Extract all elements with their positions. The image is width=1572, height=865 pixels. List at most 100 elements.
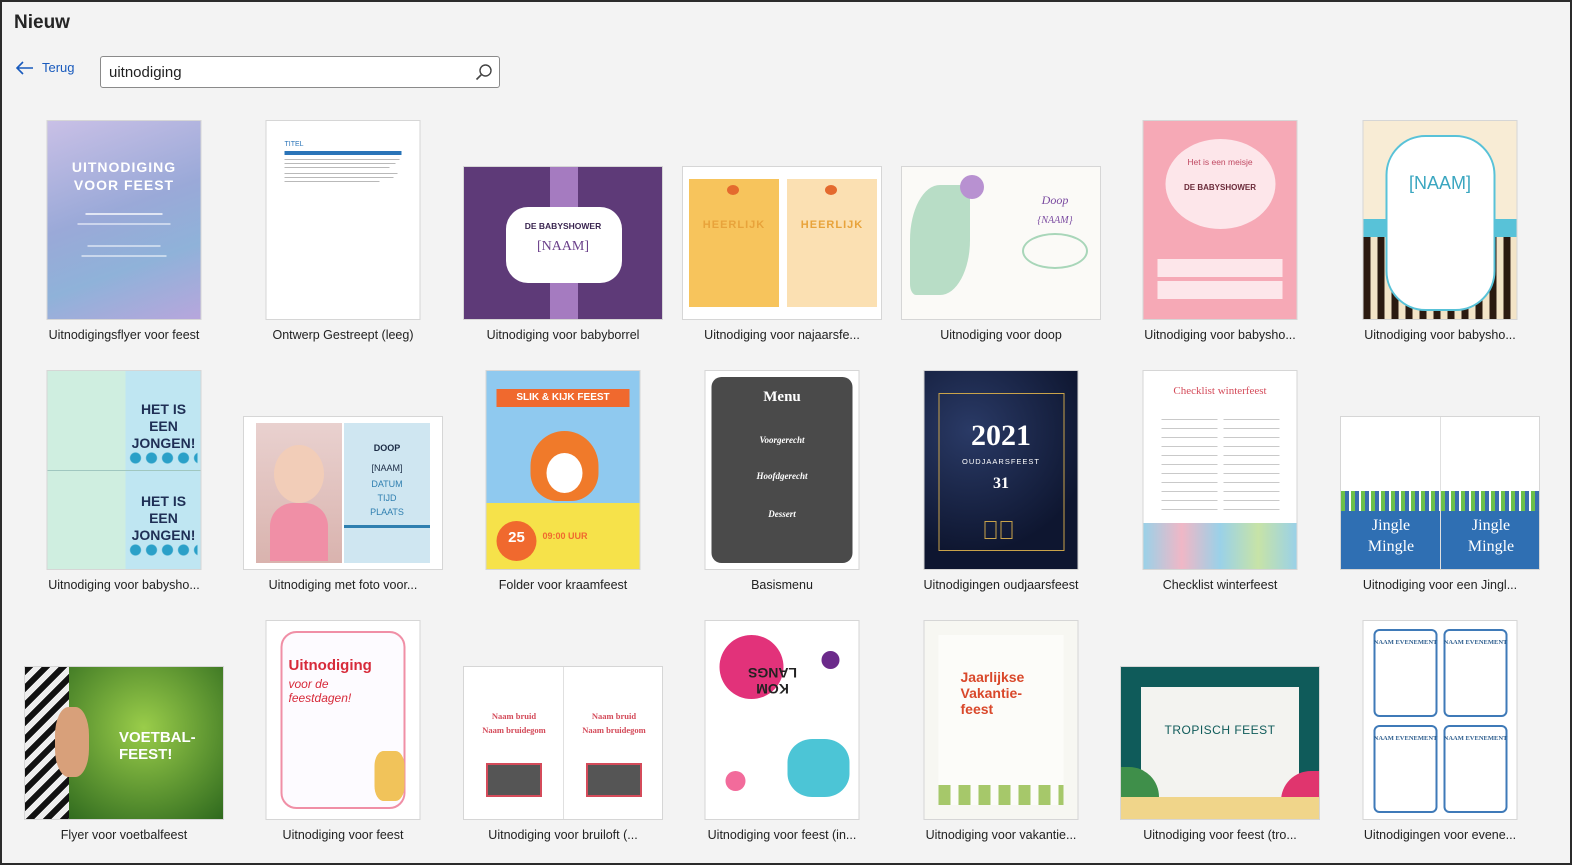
- template-label: Uitnodiging voor bruiloft (...: [488, 828, 638, 842]
- template-tile[interactable]: HET IS EEN JONGEN! HET IS EEN JONGEN! Ui…: [26, 370, 222, 610]
- template-label: Uitnodiging met foto voor...: [268, 578, 418, 592]
- thumb-title: HEERLIJK: [800, 219, 864, 231]
- thumb-text: [NAAM]: [371, 463, 403, 473]
- template-label: Uitnodiging voor najaarsfe...: [704, 328, 860, 342]
- template-label: Flyer voor voetbalfeest: [60, 828, 188, 842]
- template-tile[interactable]: Naam bruid Naam bruidegom Naam bruid Naa…: [463, 620, 663, 860]
- template-thumbnail[interactable]: Uitnodiging voor de feestdagen!: [265, 620, 421, 820]
- template-tile[interactable]: Menu Voorgerecht Hoofdgerecht Dessert Ba…: [684, 370, 880, 610]
- thumb-title: Jingle Mingle: [1467, 517, 1515, 555]
- search-input[interactable]: [101, 57, 469, 87]
- template-thumbnail[interactable]: UITNODIGING VOOR FEEST: [46, 120, 202, 320]
- thumb-title: Menu: [763, 389, 801, 405]
- search-box[interactable]: [100, 56, 500, 88]
- template-tile[interactable]: TITEL Ontwerp Gestreept (leeg): [245, 120, 441, 360]
- thumb-title: Jaarlijkse Vakantie-feest: [960, 669, 1025, 717]
- thumb-date: 25: [496, 521, 537, 561]
- template-thumbnail[interactable]: TROPISCH FEEST: [1120, 666, 1320, 820]
- template-label: Uitnodiging voor feest: [282, 828, 404, 842]
- thumb-text: Hoofdgerecht: [756, 471, 808, 481]
- template-tile[interactable]: Het is een meisje DE BABYSHOWER Uitnodig…: [1122, 120, 1318, 360]
- template-tile[interactable]: KOM LANGS Uitnodiging voor feest (in...: [684, 620, 880, 860]
- back-label: Terug: [42, 60, 75, 75]
- template-tile[interactable]: SLIK & KIJK FEEST 25 09:00 UUR Folder vo…: [465, 370, 661, 610]
- template-thumbnail[interactable]: Doop {NAAM}: [901, 166, 1101, 320]
- template-tile[interactable]: Jaarlijkse Vakantie-feest Uitnodiging vo…: [903, 620, 1099, 860]
- thumb-title: KOM LANGS: [748, 665, 797, 697]
- thumb-title: HET IS EEN JONGEN!: [131, 401, 196, 451]
- template-thumbnail[interactable]: Jingle Mingle Jingle Mingle: [1340, 416, 1540, 570]
- thumb-subtitle: Naam bruidegom: [582, 725, 646, 735]
- thumb-title: HEERLIJK: [702, 219, 766, 231]
- template-label: Uitnodigingen oudjaarsfeest: [923, 578, 1079, 592]
- thumb-title: DE BABYSHOWER: [524, 221, 602, 231]
- thumb-title: Naam bruid: [491, 711, 537, 721]
- thumb-title: VOETBAL-FEEST!: [119, 729, 196, 763]
- template-thumbnail[interactable]: Checklist winterfeest: [1142, 370, 1298, 570]
- thumb-subtitle: DE BABYSHOWER: [1183, 183, 1256, 192]
- template-tile[interactable]: VOETBAL-FEEST! Flyer voor voetbalfeest: [24, 620, 224, 860]
- template-label: Uitnodiging voor een Jingl...: [1362, 578, 1518, 592]
- thumb-title: HET IS EEN JONGEN!: [131, 493, 196, 543]
- template-thumbnail[interactable]: HEERLIJK HEERLIJK: [682, 166, 882, 320]
- template-label: Uitnodigingsflyer voor feest: [48, 328, 200, 342]
- template-tile[interactable]: Doop {NAAM} Uitnodiging voor doop: [901, 120, 1101, 360]
- template-label: Ontwerp Gestreept (leeg): [272, 328, 414, 342]
- template-tile[interactable]: [NAAM] Uitnodiging voor babysho...: [1342, 120, 1538, 360]
- thumb-title: NAAM EVENEMENT: [1373, 735, 1438, 742]
- thumb-title: UITNODIGING: [71, 159, 177, 175]
- thumb-subtitle: voor de feestdagen!: [288, 677, 352, 705]
- template-thumbnail[interactable]: TITEL: [265, 120, 421, 320]
- template-thumbnail[interactable]: VOETBAL-FEEST!: [24, 666, 224, 820]
- template-label: Uitnodigingen voor evene...: [1363, 828, 1517, 842]
- thumb-text: TIJD: [377, 493, 397, 503]
- thumb-title: Het is een meisje: [1187, 157, 1253, 167]
- thumb-time: 09:00 UUR: [542, 531, 588, 541]
- thumb-title: DOOP: [373, 443, 401, 453]
- arrow-left-icon: [16, 60, 33, 75]
- template-tile[interactable]: 2021 OUDJAARSFEEST 31 Uitnodigingen oudj…: [903, 370, 1099, 610]
- template-label: Uitnodiging voor babysho...: [1364, 328, 1516, 342]
- template-thumbnail[interactable]: Menu Voorgerecht Hoofdgerecht Dessert: [704, 370, 860, 570]
- thumb-subtitle: [NAAM]: [536, 239, 590, 254]
- template-tile[interactable]: Uitnodiging voor de feestdagen! Uitnodig…: [245, 620, 441, 860]
- thumb-title: NAAM EVENEMENT: [1373, 639, 1438, 646]
- template-thumbnail[interactable]: NAAM EVENEMENT NAAM EVENEMENT NAAM EVENE…: [1362, 620, 1518, 820]
- template-tile[interactable]: DE BABYSHOWER [NAAM] Uitnodiging voor ba…: [463, 120, 663, 360]
- template-thumbnail[interactable]: SLIK & KIJK FEEST 25 09:00 UUR: [485, 370, 641, 570]
- thumb-subtitle: {NAAM}: [1037, 215, 1073, 226]
- template-tile[interactable]: UITNODIGING VOOR FEEST Uitnodigingsflyer…: [26, 120, 222, 360]
- template-tile[interactable]: NAAM EVENEMENT NAAM EVENEMENT NAAM EVENE…: [1342, 620, 1538, 860]
- template-thumbnail[interactable]: HET IS EEN JONGEN! HET IS EEN JONGEN!: [46, 370, 202, 570]
- template-thumbnail[interactable]: Jaarlijkse Vakantie-feest: [923, 620, 1079, 820]
- thumb-title: Doop: [1041, 193, 1069, 207]
- thumb-title: SLIK & KIJK FEEST: [516, 392, 610, 403]
- search-icon[interactable]: [469, 63, 499, 81]
- template-label: Uitnodiging voor vakantie...: [925, 828, 1077, 842]
- template-tile[interactable]: Checklist winterfeest Checklist winterfe…: [1122, 370, 1318, 610]
- thumb-title: TITEL: [284, 141, 304, 148]
- template-thumbnail[interactable]: DE BABYSHOWER [NAAM]: [463, 166, 663, 320]
- template-thumbnail[interactable]: KOM LANGS: [704, 620, 860, 820]
- template-thumbnail[interactable]: DOOP [NAAM] DATUM TIJD PLAATS: [243, 416, 443, 570]
- template-tile[interactable]: TROPISCH FEEST Uitnodiging voor feest (t…: [1120, 620, 1320, 860]
- thumb-title: 2021: [971, 419, 1031, 452]
- template-thumbnail[interactable]: Het is een meisje DE BABYSHOWER: [1142, 120, 1298, 320]
- thumb-text: PLAATS: [370, 507, 404, 517]
- template-tile[interactable]: DOOP [NAAM] DATUM TIJD PLAATS Uitnodigin…: [243, 370, 443, 610]
- template-label: Uitnodiging voor doop: [940, 328, 1062, 342]
- thumb-title: Jingle Mingle: [1367, 517, 1415, 555]
- thumb-text: Voorgerecht: [759, 435, 805, 445]
- thumb-text: DATUM: [371, 479, 403, 489]
- template-label: Folder voor kraamfeest: [498, 578, 628, 592]
- template-label: Basismenu: [751, 578, 813, 592]
- template-tile[interactable]: Jingle Mingle Jingle Mingle Uitnodiging …: [1340, 370, 1540, 610]
- template-thumbnail[interactable]: [NAAM]: [1362, 120, 1518, 320]
- thumb-text: OUDJAARSFEEST: [961, 457, 1040, 466]
- thumb-title: TROPISCH FEEST: [1164, 723, 1276, 737]
- template-thumbnail[interactable]: 2021 OUDJAARSFEEST 31: [923, 370, 1079, 570]
- template-label: Checklist winterfeest: [1162, 578, 1278, 592]
- template-thumbnail[interactable]: Naam bruid Naam bruidegom Naam bruid Naa…: [463, 666, 663, 820]
- template-tile[interactable]: HEERLIJK HEERLIJK Uitnodiging voor najaa…: [682, 120, 882, 360]
- back-button[interactable]: Terug: [16, 60, 75, 75]
